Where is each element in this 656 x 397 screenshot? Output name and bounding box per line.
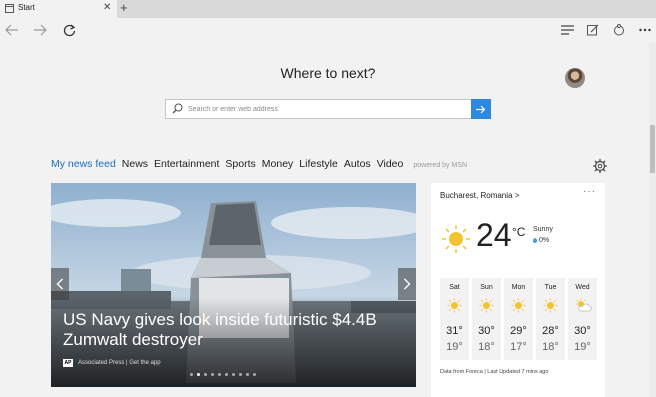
navigation-bar [0,18,656,42]
powered-by-label: powered by MSN [413,162,468,169]
current-temperature: 24 [476,217,512,253]
hero-news-card[interactable]: US Navy gives look inside futuristic $4.… [51,183,416,387]
sun-icon [442,225,470,253]
forecast-day[interactable]: Sun 30° 18° [472,278,501,360]
search-input[interactable] [188,102,468,116]
scrollbar-thumb[interactable] [650,125,655,173]
forecast-low: 18° [542,341,559,353]
share-button[interactable] [610,21,628,39]
ap-logo: AP [63,359,73,367]
slide-indicator-dot[interactable] [253,373,256,376]
slide-indicator-dot[interactable] [239,373,242,376]
hero-headline[interactable]: US Navy gives look inside futuristic $4.… [63,310,383,350]
news-tab-autos[interactable]: Autos [344,158,371,170]
forecast-days: Sat 31° 19° Sun 30° 18° Mon 29° 17° Tue … [440,278,597,360]
back-button[interactable] [3,21,21,39]
slide-indicator-dot[interactable] [246,373,249,376]
forecast-day[interactable]: Sat 31° 19° [440,278,469,360]
next-slide-button[interactable] [398,268,416,300]
news-tab-money[interactable]: Money [262,158,294,170]
more-icon [639,28,651,32]
forecast-high: 28° [542,325,559,337]
page-title: Where to next? [280,65,376,81]
slide-indicator-dot[interactable] [204,373,207,376]
forecast-low: 19° [574,341,591,353]
forecast-day[interactable]: Tue 28° 18° [536,278,565,360]
precipitation: 0% [533,237,549,244]
slide-indicators [190,373,256,376]
forecast-high: 31° [446,325,463,337]
forecast-day[interactable]: Wed 30° 19° [568,278,597,360]
search-box [165,99,491,119]
arrow-right-icon [476,105,486,113]
start-page: Where to next? My news feed News Enterta… [0,42,656,397]
news-tab-entertainment[interactable]: Entertainment [154,158,219,170]
weather-more-button[interactable]: ··· [583,186,596,197]
page-icon [5,4,14,13]
forecast-day-name: Wed [575,284,590,291]
news-tab-my-feed[interactable]: My news feed [51,158,116,170]
more-button[interactable] [636,21,654,39]
forward-button[interactable] [31,21,49,39]
sun-icon [543,298,558,313]
hero-source: AP Associated Press | Get the app [63,359,161,367]
avatar[interactable] [565,68,585,88]
forecast-low: 19° [446,341,463,353]
tab-start[interactable]: Start ✕ [0,0,117,18]
new-tab-button[interactable]: + [120,0,128,16]
refresh-button[interactable] [60,21,78,39]
raindrop-icon [533,238,537,243]
slide-indicator-dot[interactable] [197,373,200,376]
forecast-low: 18° [478,341,495,353]
sun-icon [511,298,526,313]
slide-indicator-dot[interactable] [218,373,221,376]
hub-button[interactable] [558,21,576,39]
news-tab-sports[interactable]: Sports [225,158,255,170]
page-scrollbar[interactable] [649,42,656,397]
previous-slide-button[interactable] [51,268,69,300]
news-tab-video[interactable]: Video [377,158,404,170]
partly-sunny-icon [575,298,592,312]
forecast-day-name: Sat [449,284,460,291]
forecast-day[interactable]: Mon 29° 17° [504,278,533,360]
arrow-right-icon [34,24,47,36]
share-icon [614,24,624,36]
hub-icon [560,25,574,35]
sun-icon [447,298,462,313]
sun-icon [479,298,494,313]
web-note-icon [587,24,599,36]
weather-location[interactable]: Bucharest, Romania > [440,191,519,200]
temperature-unit: °C [512,225,526,239]
forecast-day-name: Tue [544,284,557,291]
forecast-high: 30° [574,325,591,337]
forecast-high: 30° [478,325,495,337]
forecast-day-name: Sun [480,284,493,291]
tab-title: Start [18,3,35,12]
forecast-low: 17° [510,341,527,353]
tab-strip: Start ✕ + [0,0,656,18]
slide-indicator-dot[interactable] [232,373,235,376]
weather-card: Bucharest, Romania > ··· 24 °C Sunny 0% … [431,183,605,397]
arrow-left-icon [5,24,18,36]
chevron-right-icon [404,278,411,290]
search-go-button[interactable] [471,99,491,119]
gear-icon[interactable] [592,158,608,174]
slide-indicator-dot[interactable] [211,373,214,376]
chevron-left-icon [56,278,63,290]
weather-condition: Sunny [533,226,553,233]
search-icon [172,103,183,114]
news-categories: My news feed News Entertainment Sports M… [51,158,467,170]
weather-footer: Data from Foreca | Last Updated 7 mins a… [440,369,549,375]
news-tab-lifestyle[interactable]: Lifestyle [299,158,338,170]
close-tab-icon[interactable]: ✕ [103,2,111,14]
web-note-button[interactable] [584,21,602,39]
forecast-high: 29° [510,325,527,337]
slide-indicator-dot[interactable] [225,373,228,376]
news-tab-news[interactable]: News [122,158,148,170]
refresh-icon [63,24,75,36]
hero-source-text[interactable]: Associated Press | Get the app [78,360,161,366]
slide-indicator-dot[interactable] [190,373,193,376]
forecast-day-name: Mon [511,284,526,291]
